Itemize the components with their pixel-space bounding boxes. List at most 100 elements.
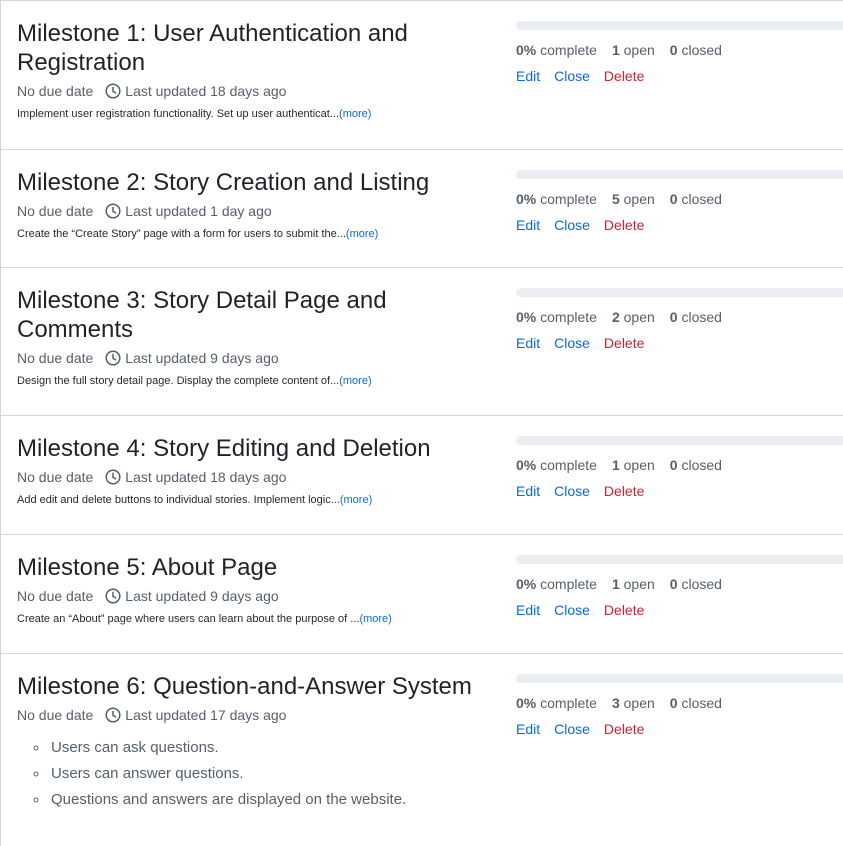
edit-button[interactable]: Edit (516, 602, 540, 618)
description-text: Create the “Create Story” page with a fo… (17, 228, 346, 240)
milestone-description: Design the full story detail page. Displ… (17, 373, 497, 389)
progress-bar (516, 674, 843, 683)
milestone-meta: No due date Last updated 9 days ago (17, 586, 497, 606)
due-date: No due date (17, 203, 94, 219)
description-text: Design the full story detail page. Displ… (17, 375, 340, 387)
clock-icon (105, 203, 121, 219)
edit-button[interactable]: Edit (516, 483, 540, 499)
milestone-description: Add edit and delete buttons to individua… (17, 492, 497, 508)
milestone-title[interactable]: Milestone 5: About Page (17, 553, 497, 582)
last-updated: Last updated 9 days ago (125, 350, 279, 366)
close-button[interactable]: Close (554, 721, 590, 737)
closed-issues[interactable]: 0 closed (670, 576, 722, 592)
last-updated: Last updated 9 days ago (125, 588, 279, 604)
list-item: Questions and answers are displayed on t… (49, 791, 497, 808)
description-text: Implement user registration functionalit… (17, 108, 340, 120)
list-item: Users can answer questions. (49, 765, 497, 782)
closed-issues[interactable]: 0 closed (670, 695, 722, 711)
milestone-description: Implement user registration functionalit… (17, 106, 497, 122)
delete-button[interactable]: Delete (604, 602, 644, 618)
milestone-actions: Edit Close Delete (516, 602, 843, 618)
percent-complete: 0% complete (516, 457, 597, 473)
milestone-title[interactable]: Milestone 6: Question-and-Answer System (17, 672, 497, 701)
milestone-title[interactable]: Milestone 2: Story Creation and Listing (17, 168, 497, 197)
percent-complete: 0% complete (516, 309, 597, 325)
milestone-stats: 0% complete 1 open 0 closed (516, 574, 843, 594)
delete-button[interactable]: Delete (604, 335, 644, 351)
delete-button[interactable]: Delete (604, 721, 644, 737)
edit-button[interactable]: Edit (516, 217, 540, 233)
edit-button[interactable]: Edit (516, 68, 540, 84)
clock-icon (105, 707, 121, 723)
percent-complete: 0% complete (516, 191, 597, 207)
closed-issues[interactable]: 0 closed (670, 457, 722, 473)
last-updated: Last updated 18 days ago (125, 469, 287, 485)
closed-issues[interactable]: 0 closed (670, 42, 722, 58)
milestone-actions: Edit Close Delete (516, 721, 843, 737)
milestone-description: Create an “About” page where users can l… (17, 611, 497, 627)
progress-bar (516, 436, 843, 445)
milestone-list: Milestone 1: User Authentication and Reg… (0, 0, 843, 846)
more-link[interactable]: (more) (346, 228, 378, 240)
delete-button[interactable]: Delete (604, 217, 644, 233)
closed-issues[interactable]: 0 closed (670, 191, 722, 207)
open-issues[interactable]: 1 open (612, 42, 655, 58)
clock-icon (105, 350, 121, 366)
due-date: No due date (17, 83, 94, 99)
description-text: Add edit and delete buttons to individua… (17, 494, 340, 506)
milestone-row: Milestone 6: Question-and-Answer System … (1, 654, 843, 846)
delete-button[interactable]: Delete (604, 483, 644, 499)
milestone-actions: Edit Close Delete (516, 335, 843, 351)
milestone-stats: 0% complete 2 open 0 closed (516, 307, 843, 327)
open-issues[interactable]: 5 open (612, 191, 655, 207)
open-issues[interactable]: 3 open (612, 695, 655, 711)
milestone-meta: No due date Last updated 18 days ago (17, 467, 497, 487)
closed-issues[interactable]: 0 closed (670, 309, 722, 325)
milestone-title[interactable]: Milestone 1: User Authentication and Reg… (17, 19, 497, 77)
progress-bar (516, 555, 843, 564)
open-issues[interactable]: 1 open (612, 576, 655, 592)
clock-icon (105, 588, 121, 604)
close-button[interactable]: Close (554, 483, 590, 499)
milestone-meta: No due date Last updated 18 days ago (17, 81, 497, 101)
clock-icon (105, 83, 121, 99)
milestone-row: Milestone 3: Story Detail Page and Comme… (1, 268, 843, 416)
clock-icon (105, 469, 121, 485)
open-issues[interactable]: 2 open (612, 309, 655, 325)
milestone-actions: Edit Close Delete (516, 68, 843, 84)
milestone-description: Create the “Create Story” page with a fo… (17, 226, 497, 242)
milestone-actions: Edit Close Delete (516, 217, 843, 233)
last-updated: Last updated 18 days ago (125, 83, 287, 99)
edit-button[interactable]: Edit (516, 335, 540, 351)
more-link[interactable]: (more) (339, 108, 371, 120)
open-issues[interactable]: 1 open (612, 457, 655, 473)
due-date: No due date (17, 350, 94, 366)
milestone-row: Milestone 5: About Page No due date Last… (1, 535, 843, 654)
close-button[interactable]: Close (554, 68, 590, 84)
edit-button[interactable]: Edit (516, 721, 540, 737)
milestone-meta: No due date Last updated 17 days ago (17, 705, 497, 725)
milestone-stats: 0% complete 1 open 0 closed (516, 40, 843, 60)
milestone-row: Milestone 1: User Authentication and Reg… (1, 1, 843, 150)
progress-bar (516, 288, 843, 297)
description-text: Create an “About” page where users can l… (17, 613, 360, 625)
more-link[interactable]: (more) (340, 494, 372, 506)
milestone-meta: No due date Last updated 9 days ago (17, 348, 497, 368)
percent-complete: 0% complete (516, 576, 597, 592)
milestone-stats: 0% complete 5 open 0 closed (516, 189, 843, 209)
more-link[interactable]: (more) (359, 613, 391, 625)
more-link[interactable]: (more) (339, 375, 371, 387)
milestone-title[interactable]: Milestone 4: Story Editing and Deletion (17, 434, 497, 463)
milestone-description-list: Users can ask questions. Users can answe… (17, 739, 497, 808)
milestone-title[interactable]: Milestone 3: Story Detail Page and Comme… (17, 286, 497, 344)
percent-complete: 0% complete (516, 42, 597, 58)
close-button[interactable]: Close (554, 217, 590, 233)
close-button[interactable]: Close (554, 335, 590, 351)
close-button[interactable]: Close (554, 602, 590, 618)
milestone-meta: No due date Last updated 1 day ago (17, 201, 497, 221)
delete-button[interactable]: Delete (604, 68, 644, 84)
due-date: No due date (17, 588, 94, 604)
milestone-row: Milestone 4: Story Editing and Deletion … (1, 416, 843, 535)
last-updated: Last updated 1 day ago (125, 203, 272, 219)
list-item: Users can ask questions. (49, 739, 497, 756)
